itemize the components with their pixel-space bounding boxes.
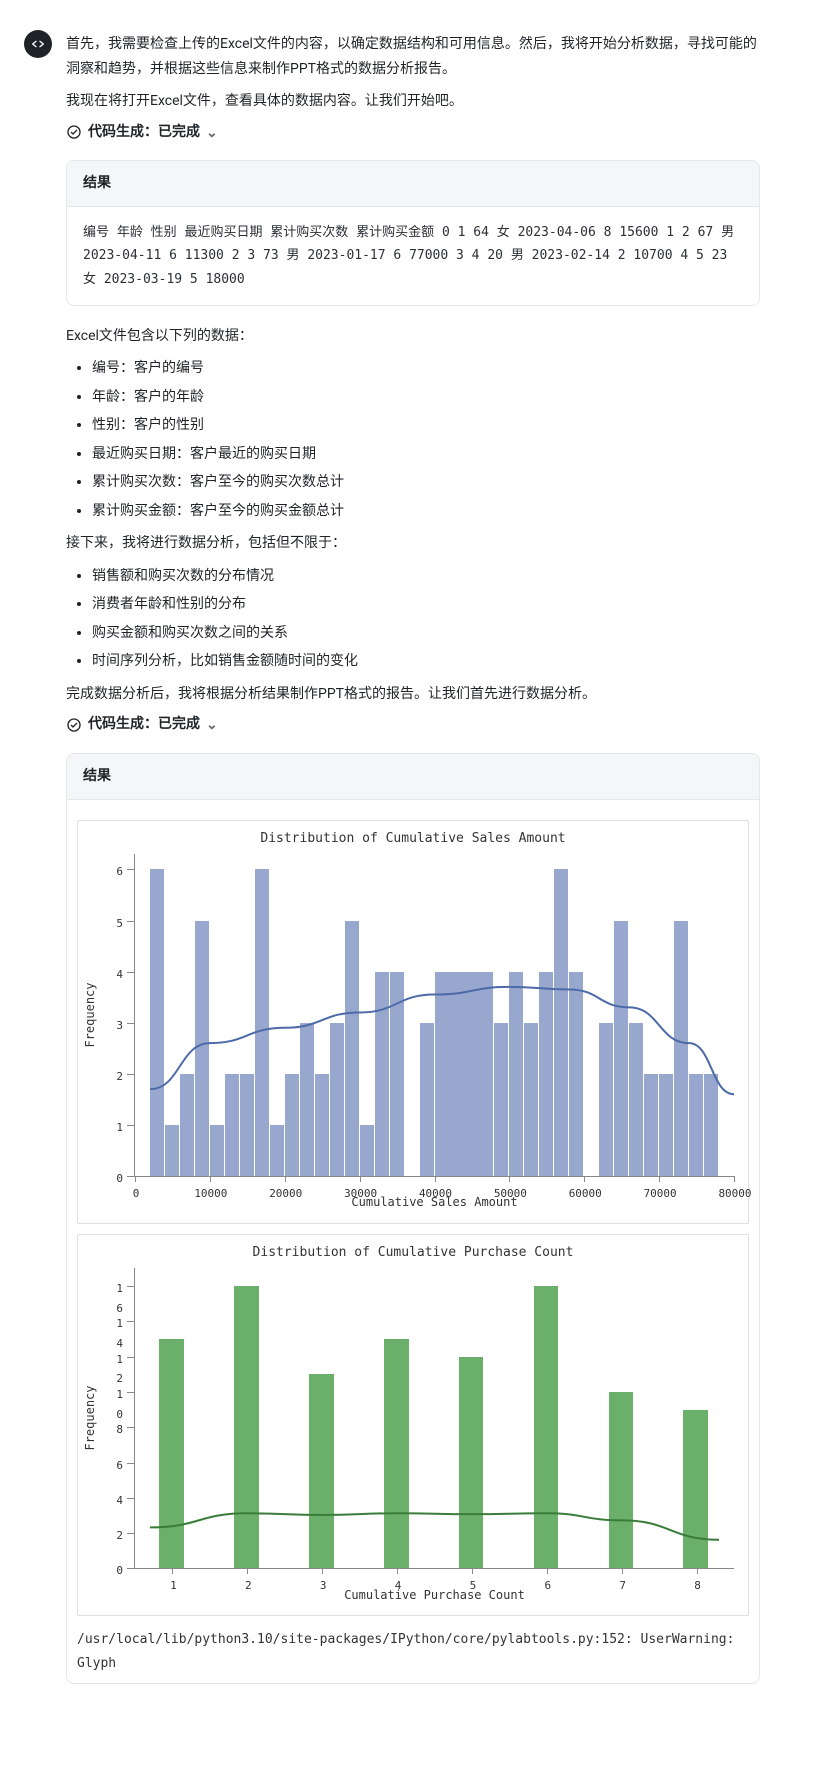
x-tick-label: 2	[245, 1576, 252, 1596]
y-tick-label: 0	[116, 1561, 123, 1581]
kde-line	[150, 987, 734, 1094]
x-tick-label: 4	[395, 1576, 402, 1596]
code-status-toggle[interactable]: 代码生成：已完成 ⌄	[66, 120, 218, 145]
result-body: 编号 年龄 性别 最近购买日期 累计购买次数 累计购买金额 0 1 64 女 2…	[67, 207, 759, 305]
list-item: 时间序列分析，比如销售金额随时间的变化	[92, 649, 760, 674]
chart-title: Distribution of Cumulative Purchase Coun…	[78, 1235, 748, 1264]
y-tick-label: 12	[116, 1350, 123, 1390]
x-tick-label: 0	[133, 1184, 140, 1204]
x-tick-label: 7	[619, 1576, 626, 1596]
x-tick-label: 6	[545, 1576, 552, 1596]
assistant-message: 首先，我需要检查上传的Excel文件的内容，以确定数据结构和可用信息。然后，我将…	[66, 24, 760, 1684]
y-tick-label: 6	[116, 862, 123, 882]
paragraph: Excel文件包含以下列的数据：	[66, 324, 760, 349]
list-item: 累计购买金额：客户至今的购买金额总计	[92, 499, 760, 524]
chart-title: Distribution of Cumulative Sales Amount	[78, 821, 748, 850]
result-panel: 结果 Distribution of Cumulative Sales Amou…	[66, 753, 760, 1684]
y-axis-label: Frequency	[80, 983, 102, 1048]
x-tick-label: 50000	[494, 1184, 527, 1204]
x-tick-label: 60000	[569, 1184, 602, 1204]
y-tick-label: 14	[116, 1314, 123, 1354]
chart-purchase-count: Distribution of Cumulative Purchase Coun…	[77, 1234, 749, 1616]
list-item: 购买金额和购买次数之间的关系	[92, 621, 760, 646]
y-tick-label: 4	[116, 1491, 123, 1511]
x-tick-label: 5	[470, 1576, 477, 1596]
y-tick-label: 10	[116, 1385, 123, 1425]
list-item: 累计购买次数：客户至今的购买次数总计	[92, 470, 760, 495]
x-tick-label: 8	[694, 1576, 701, 1596]
paragraph: 接下来，我将进行数据分析，包括但不限于：	[66, 531, 760, 556]
panel-title: 结果	[67, 754, 759, 800]
panel-title: 结果	[67, 161, 759, 207]
analysis-list: 销售额和购买次数的分布情况消费者年龄和性别的分布购买金额和购买次数之间的关系时间…	[70, 564, 760, 674]
list-item: 编号：客户的编号	[92, 356, 760, 381]
x-tick-label: 1	[170, 1576, 177, 1596]
check-circle-icon	[66, 124, 82, 140]
y-tick-label: 6	[116, 1456, 123, 1476]
y-axis-label: Frequency	[80, 1386, 102, 1451]
y-tick-label: 5	[116, 914, 123, 934]
y-tick-label: 2	[116, 1526, 123, 1546]
list-item: 消费者年龄和性别的分布	[92, 592, 760, 617]
list-item: 销售额和购买次数的分布情况	[92, 564, 760, 589]
y-tick-label: 16	[116, 1279, 123, 1319]
x-axis-label: Cumulative Purchase Count	[344, 1585, 525, 1607]
code-status-toggle[interactable]: 代码生成：已完成 ⌄	[66, 712, 218, 737]
list-item: 最近购买日期：客户最近的购买日期	[92, 442, 760, 467]
y-tick-label: 2	[116, 1067, 123, 1087]
x-tick-label: 10000	[194, 1184, 227, 1204]
y-tick-label: 4	[116, 965, 123, 985]
warning-text: /usr/local/lib/python3.10/site-packages/…	[77, 1628, 749, 1675]
kde-line	[150, 1514, 719, 1540]
chart-sales-amount: Distribution of Cumulative Sales Amount …	[77, 820, 749, 1224]
x-tick-label: 30000	[344, 1184, 377, 1204]
x-tick-label: 20000	[269, 1184, 302, 1204]
columns-list: 编号：客户的编号年龄：客户的年龄性别：客户的性别最近购买日期：客户最近的购买日期…	[70, 356, 760, 523]
y-tick-label: 1	[116, 1118, 123, 1138]
check-circle-icon	[66, 717, 82, 733]
list-item: 年龄：客户的年龄	[92, 385, 760, 410]
assistant-avatar	[24, 30, 52, 58]
x-tick-label: 40000	[419, 1184, 452, 1204]
list-item: 性别：客户的性别	[92, 413, 760, 438]
paragraph: 首先，我需要检查上传的Excel文件的内容，以确定数据结构和可用信息。然后，我将…	[66, 32, 760, 81]
x-tick-label: 80000	[718, 1184, 751, 1204]
code-icon	[30, 36, 46, 52]
y-tick-label: 3	[116, 1016, 123, 1036]
result-panel: 结果 编号 年龄 性别 最近购买日期 累计购买次数 累计购买金额 0 1 64 …	[66, 160, 760, 306]
code-status-label: 代码生成：已完成	[88, 712, 200, 737]
paragraph: 完成数据分析后，我将根据分析结果制作PPT格式的报告。让我们首先进行数据分析。	[66, 682, 760, 707]
chevron-down-icon: ⌄	[206, 121, 218, 146]
chevron-down-icon: ⌄	[206, 713, 218, 738]
y-tick-label: 0	[116, 1169, 123, 1189]
x-tick-label: 3	[320, 1576, 327, 1596]
x-tick-label: 70000	[644, 1184, 677, 1204]
paragraph: 我现在将打开Excel文件，查看具体的数据内容。让我们开始吧。	[66, 89, 760, 114]
code-status-label: 代码生成：已完成	[88, 120, 200, 145]
